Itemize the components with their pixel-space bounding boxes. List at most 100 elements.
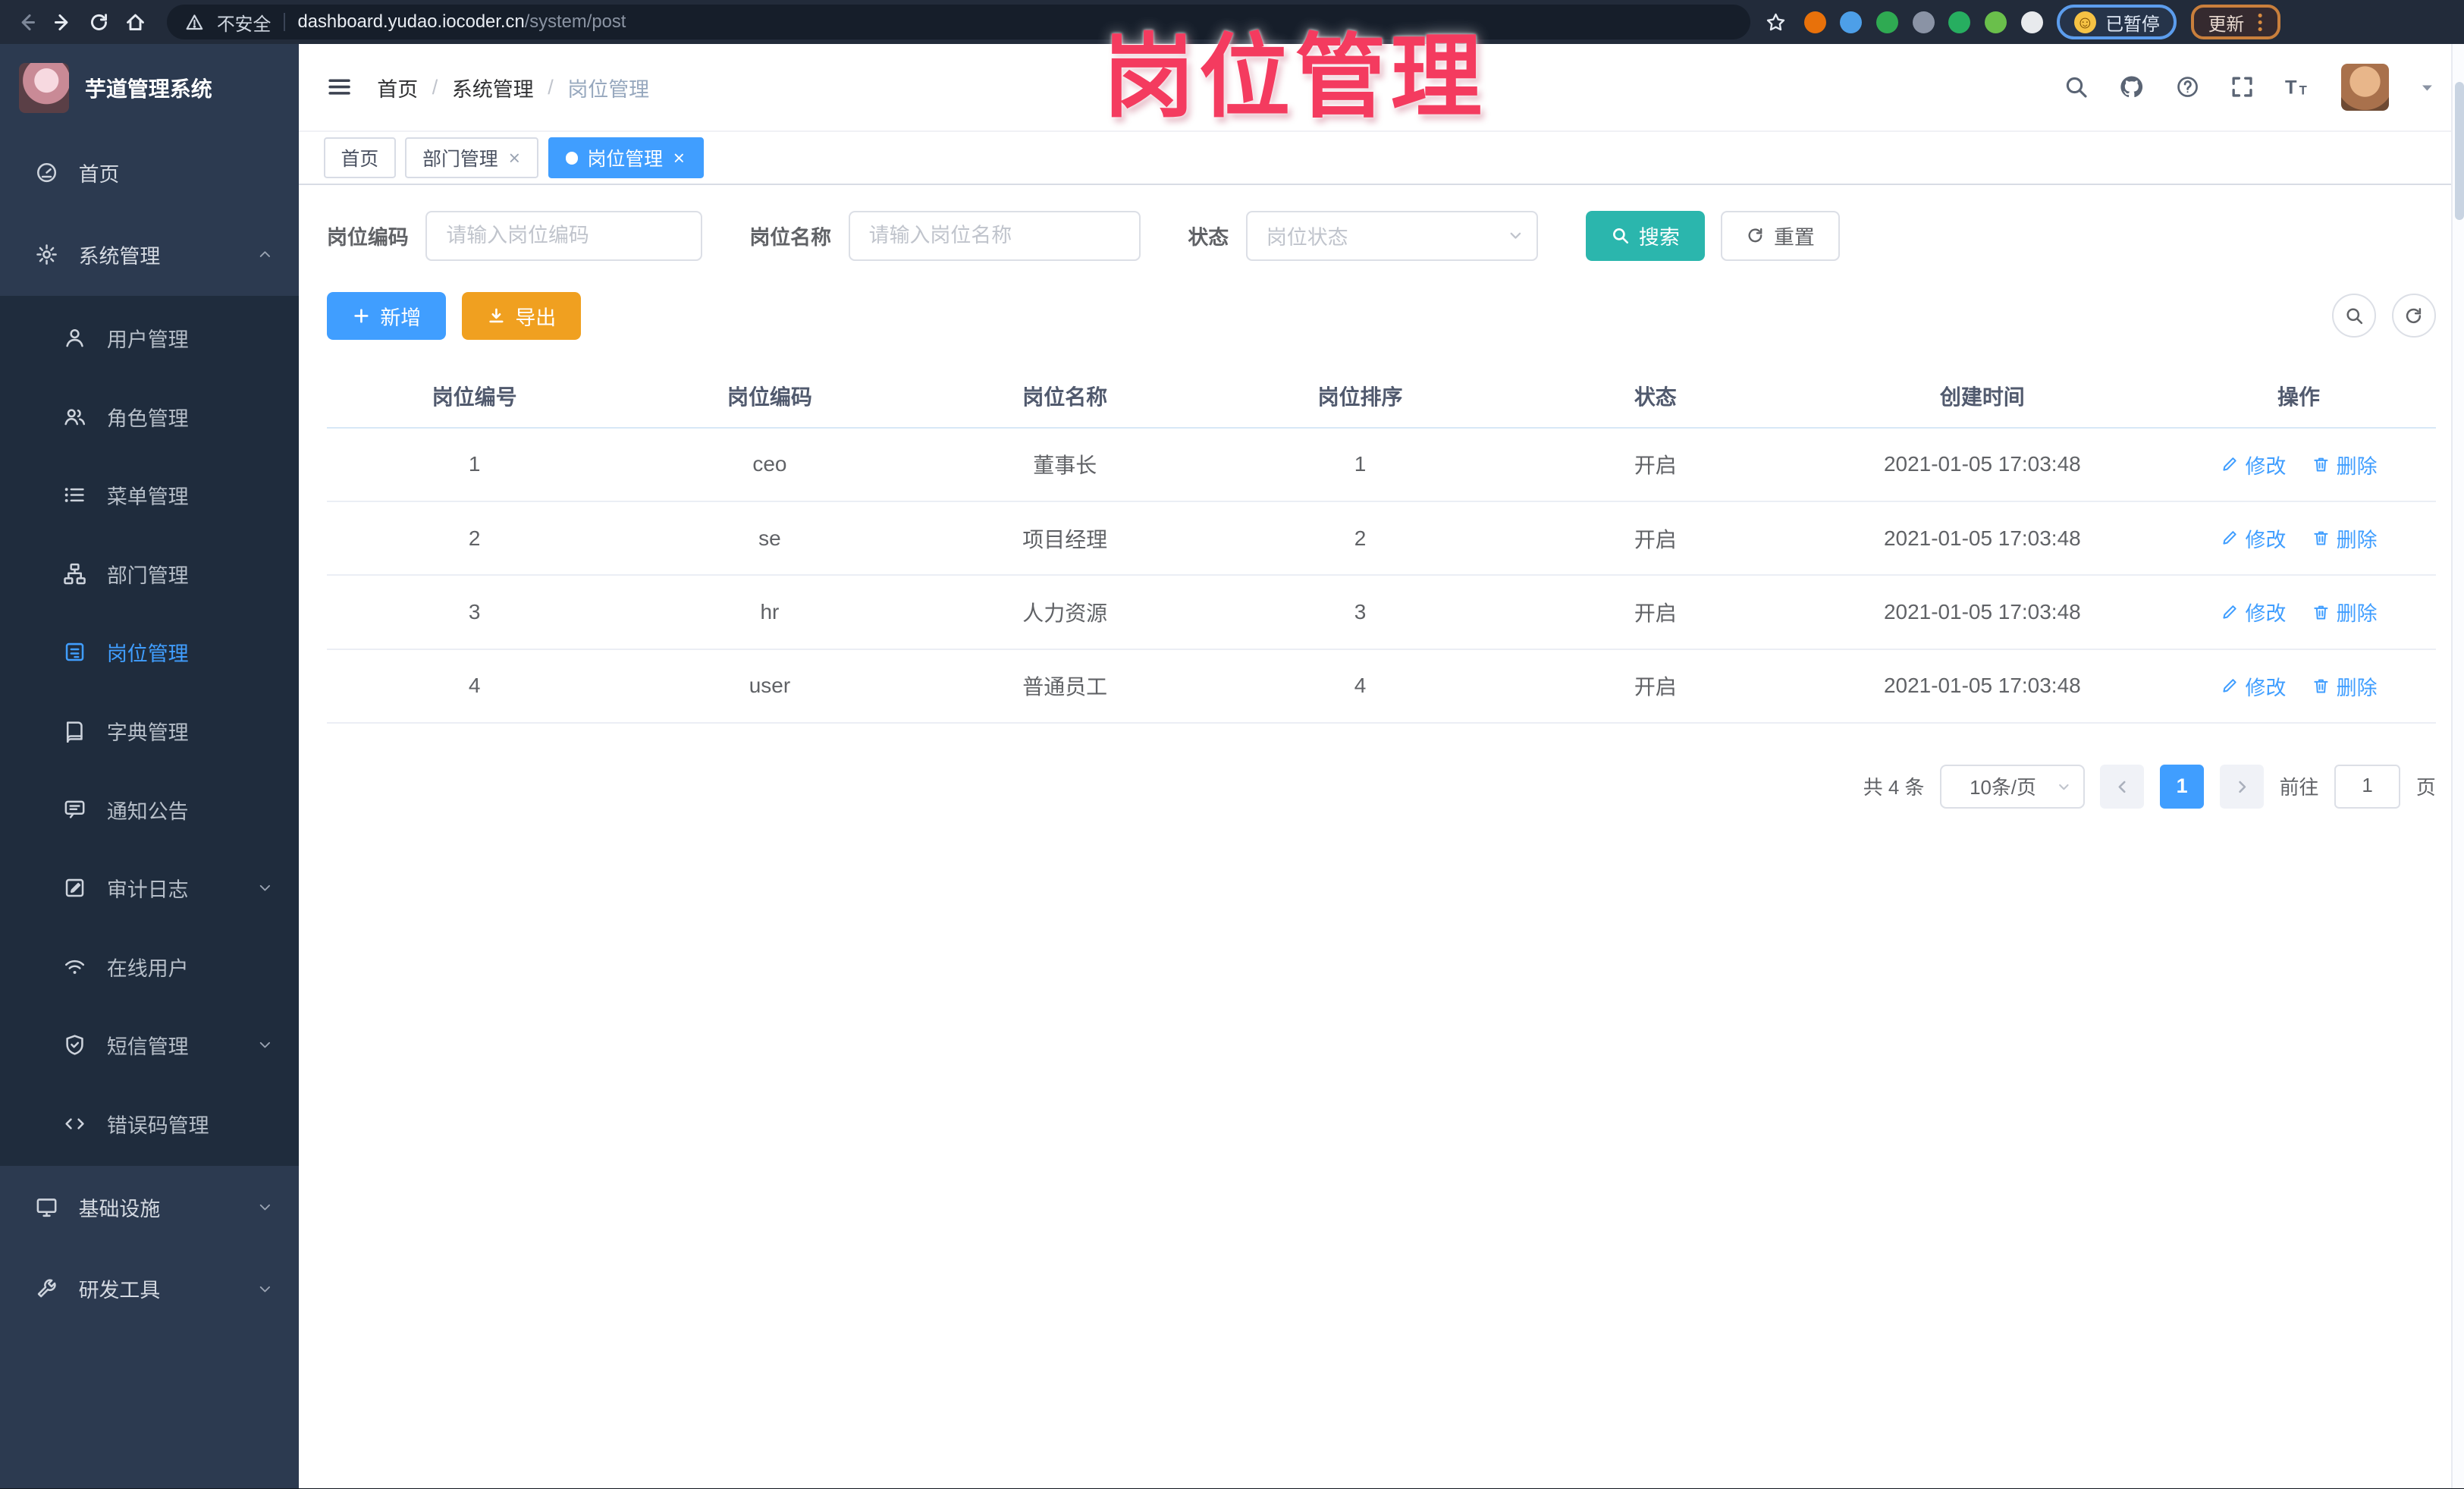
trash-icon — [2312, 455, 2331, 474]
breadcrumb-home[interactable]: 首页 — [377, 73, 418, 102]
sidebar-item-online[interactable]: 在线用户 — [0, 927, 299, 1006]
breadcrumb: 首页 / 系统管理 / 岗位管理 — [377, 73, 649, 102]
add-button[interactable]: 新增 — [326, 292, 447, 340]
edit-link[interactable]: 修改 — [2220, 671, 2286, 701]
reload-icon[interactable] — [88, 11, 110, 33]
tab-post[interactable]: 岗位管理 — [548, 137, 704, 179]
search-button[interactable]: 搜索 — [1585, 210, 1705, 261]
page-jump-input[interactable] — [2334, 764, 2401, 809]
sidebar-item-system[interactable]: 系统管理 — [0, 214, 299, 296]
back-icon[interactable] — [16, 11, 38, 33]
address-bar[interactable]: 不安全 dashboard.yudao.iocoder.cn/system/po… — [166, 5, 1751, 39]
sidebar-item-label: 首页 — [78, 163, 120, 187]
question-icon[interactable] — [2175, 74, 2200, 99]
edit-icon — [2220, 529, 2239, 548]
post-code-input[interactable] — [425, 210, 703, 261]
sidebar-item-tools[interactable]: 研发工具 — [0, 1248, 299, 1330]
sidebar-item-errcode[interactable]: 错误码管理 — [0, 1085, 299, 1164]
status-select[interactable]: 岗位状态 — [1246, 210, 1539, 261]
sidebar-item-menu[interactable]: 菜单管理 — [0, 456, 299, 535]
forward-icon[interactable] — [52, 11, 74, 33]
profile-paused-badge[interactable]: ☺ 已暂停 — [2057, 5, 2177, 39]
breadcrumb-current: 岗位管理 — [567, 77, 650, 101]
edit-link[interactable]: 修改 — [2220, 450, 2286, 479]
page-number-1[interactable]: 1 — [2160, 764, 2205, 809]
edit-link[interactable]: 修改 — [2220, 523, 2286, 553]
post-name-group: 岗位名称 — [749, 210, 1141, 261]
prev-page-button[interactable] — [2100, 764, 2145, 809]
delete-link[interactable]: 删除 — [2312, 523, 2378, 553]
page-size-select[interactable]: 10条/页 — [1940, 764, 2085, 809]
delete-link[interactable]: 删除 — [2312, 671, 2378, 701]
delete-link[interactable]: 删除 — [2312, 450, 2378, 479]
sidebar-menu: 首页 系统管理 用户管理 角色管理 菜单管理 部门管理 岗位管理 字典管理 通知… — [0, 132, 299, 1330]
fullscreen-icon[interactable] — [2230, 74, 2255, 99]
font-size-icon[interactable]: TT — [2285, 74, 2312, 99]
announcement-icon — [63, 797, 86, 821]
url-host: dashboard.yudao.iocoder.cn — [297, 11, 525, 32]
tab-dept[interactable]: 部门管理 — [405, 137, 539, 179]
window-scrollbar[interactable] — [2451, 44, 2464, 1489]
sidebar-item-notice[interactable]: 通知公告 — [0, 770, 299, 849]
posts-table: 岗位编号 岗位编码 岗位名称 岗位排序 状态 创建时间 操作 1 ceo 董事长 1 开启 … — [326, 364, 2436, 724]
search-icon[interactable] — [2064, 74, 2089, 99]
user-avatar[interactable] — [2341, 63, 2389, 112]
chevron-down-icon — [2056, 779, 2072, 795]
tab-home[interactable]: 首页 — [323, 137, 396, 179]
sidebar-item-label: 基础设施 — [78, 1197, 161, 1220]
dict-book-icon — [63, 719, 86, 743]
green-shield-extension-icon[interactable] — [1875, 11, 1898, 33]
security-label: 不安全 — [216, 14, 272, 35]
hide-search-button[interactable] — [2332, 294, 2377, 338]
next-page-button[interactable] — [2219, 764, 2264, 809]
ctr-badge-extension-icon[interactable] — [1948, 11, 1971, 33]
hamburger-icon[interactable] — [327, 74, 352, 99]
sidebar-item-sms[interactable]: 短信管理 — [0, 1006, 299, 1085]
export-button[interactable]: 导出 — [462, 292, 582, 340]
browser-update-button[interactable]: 更新 — [2190, 5, 2280, 39]
cell-post-name: 普通员工 — [917, 649, 1213, 724]
orange-ring-extension-icon[interactable] — [1803, 11, 1826, 33]
sidebar-item-post[interactable]: 岗位管理 — [0, 613, 299, 692]
sidebar-item-dept[interactable]: 部门管理 — [0, 534, 299, 613]
sidebar-item-label: 岗位管理 — [106, 642, 189, 666]
close-icon[interactable] — [672, 151, 686, 165]
close-icon[interactable] — [507, 151, 522, 165]
reset-button[interactable]: 重置 — [1720, 210, 1840, 261]
sidebar-item-role[interactable]: 角色管理 — [0, 377, 299, 456]
post-code-group: 岗位编码 — [327, 210, 703, 261]
grid-blue-dot-extension-icon[interactable] — [1912, 11, 1935, 33]
cell-created-time: 2021-01-05 17:03:48 — [1803, 501, 2162, 576]
delete-link[interactable]: 删除 — [2312, 597, 2378, 627]
caret-down-icon[interactable] — [2418, 79, 2436, 96]
home-icon[interactable] — [124, 11, 146, 33]
sprout-extension-icon[interactable] — [1984, 11, 2007, 33]
post-name-input[interactable] — [848, 210, 1141, 261]
refresh-table-button[interactable] — [2391, 294, 2436, 338]
column-header: 岗位编码 — [622, 364, 918, 429]
sidebar-item-audit[interactable]: 审计日志 — [0, 849, 299, 928]
breadcrumb-system[interactable]: 系统管理 — [452, 73, 534, 102]
sidebar-item-infra[interactable]: 基础设施 — [0, 1166, 299, 1248]
column-header: 操作 — [2161, 364, 2436, 429]
sidebar-item-user[interactable]: 用户管理 — [0, 299, 299, 378]
warning-icon — [185, 13, 204, 32]
bookmark-star-icon[interactable] — [1765, 11, 1787, 33]
edit-link[interactable]: 修改 — [2220, 597, 2286, 627]
blue-pin-extension-icon[interactable] — [1840, 11, 1863, 33]
app-logo-row[interactable]: 芋道管理系统 — [0, 44, 299, 132]
cell-actions: 修改 删除 — [2161, 427, 2436, 502]
column-header: 创建时间 — [1803, 364, 2162, 429]
chevron-down-icon — [256, 879, 274, 897]
browser-menu-kebab-icon[interactable] — [2257, 11, 2263, 33]
sidebar-item-home[interactable]: 首页 — [0, 132, 299, 214]
cell-actions: 修改 删除 — [2161, 501, 2436, 576]
puzzle-extension-icon[interactable] — [2020, 11, 2043, 33]
infra-monitor-icon — [35, 1195, 58, 1219]
scrollbar-thumb[interactable] — [2454, 81, 2464, 221]
jump-suffix: 页 — [2415, 777, 2436, 799]
download-icon — [487, 306, 506, 325]
sidebar-item-dict[interactable]: 字典管理 — [0, 692, 299, 771]
github-icon[interactable] — [2118, 74, 2145, 100]
column-header: 岗位编号 — [326, 364, 623, 429]
